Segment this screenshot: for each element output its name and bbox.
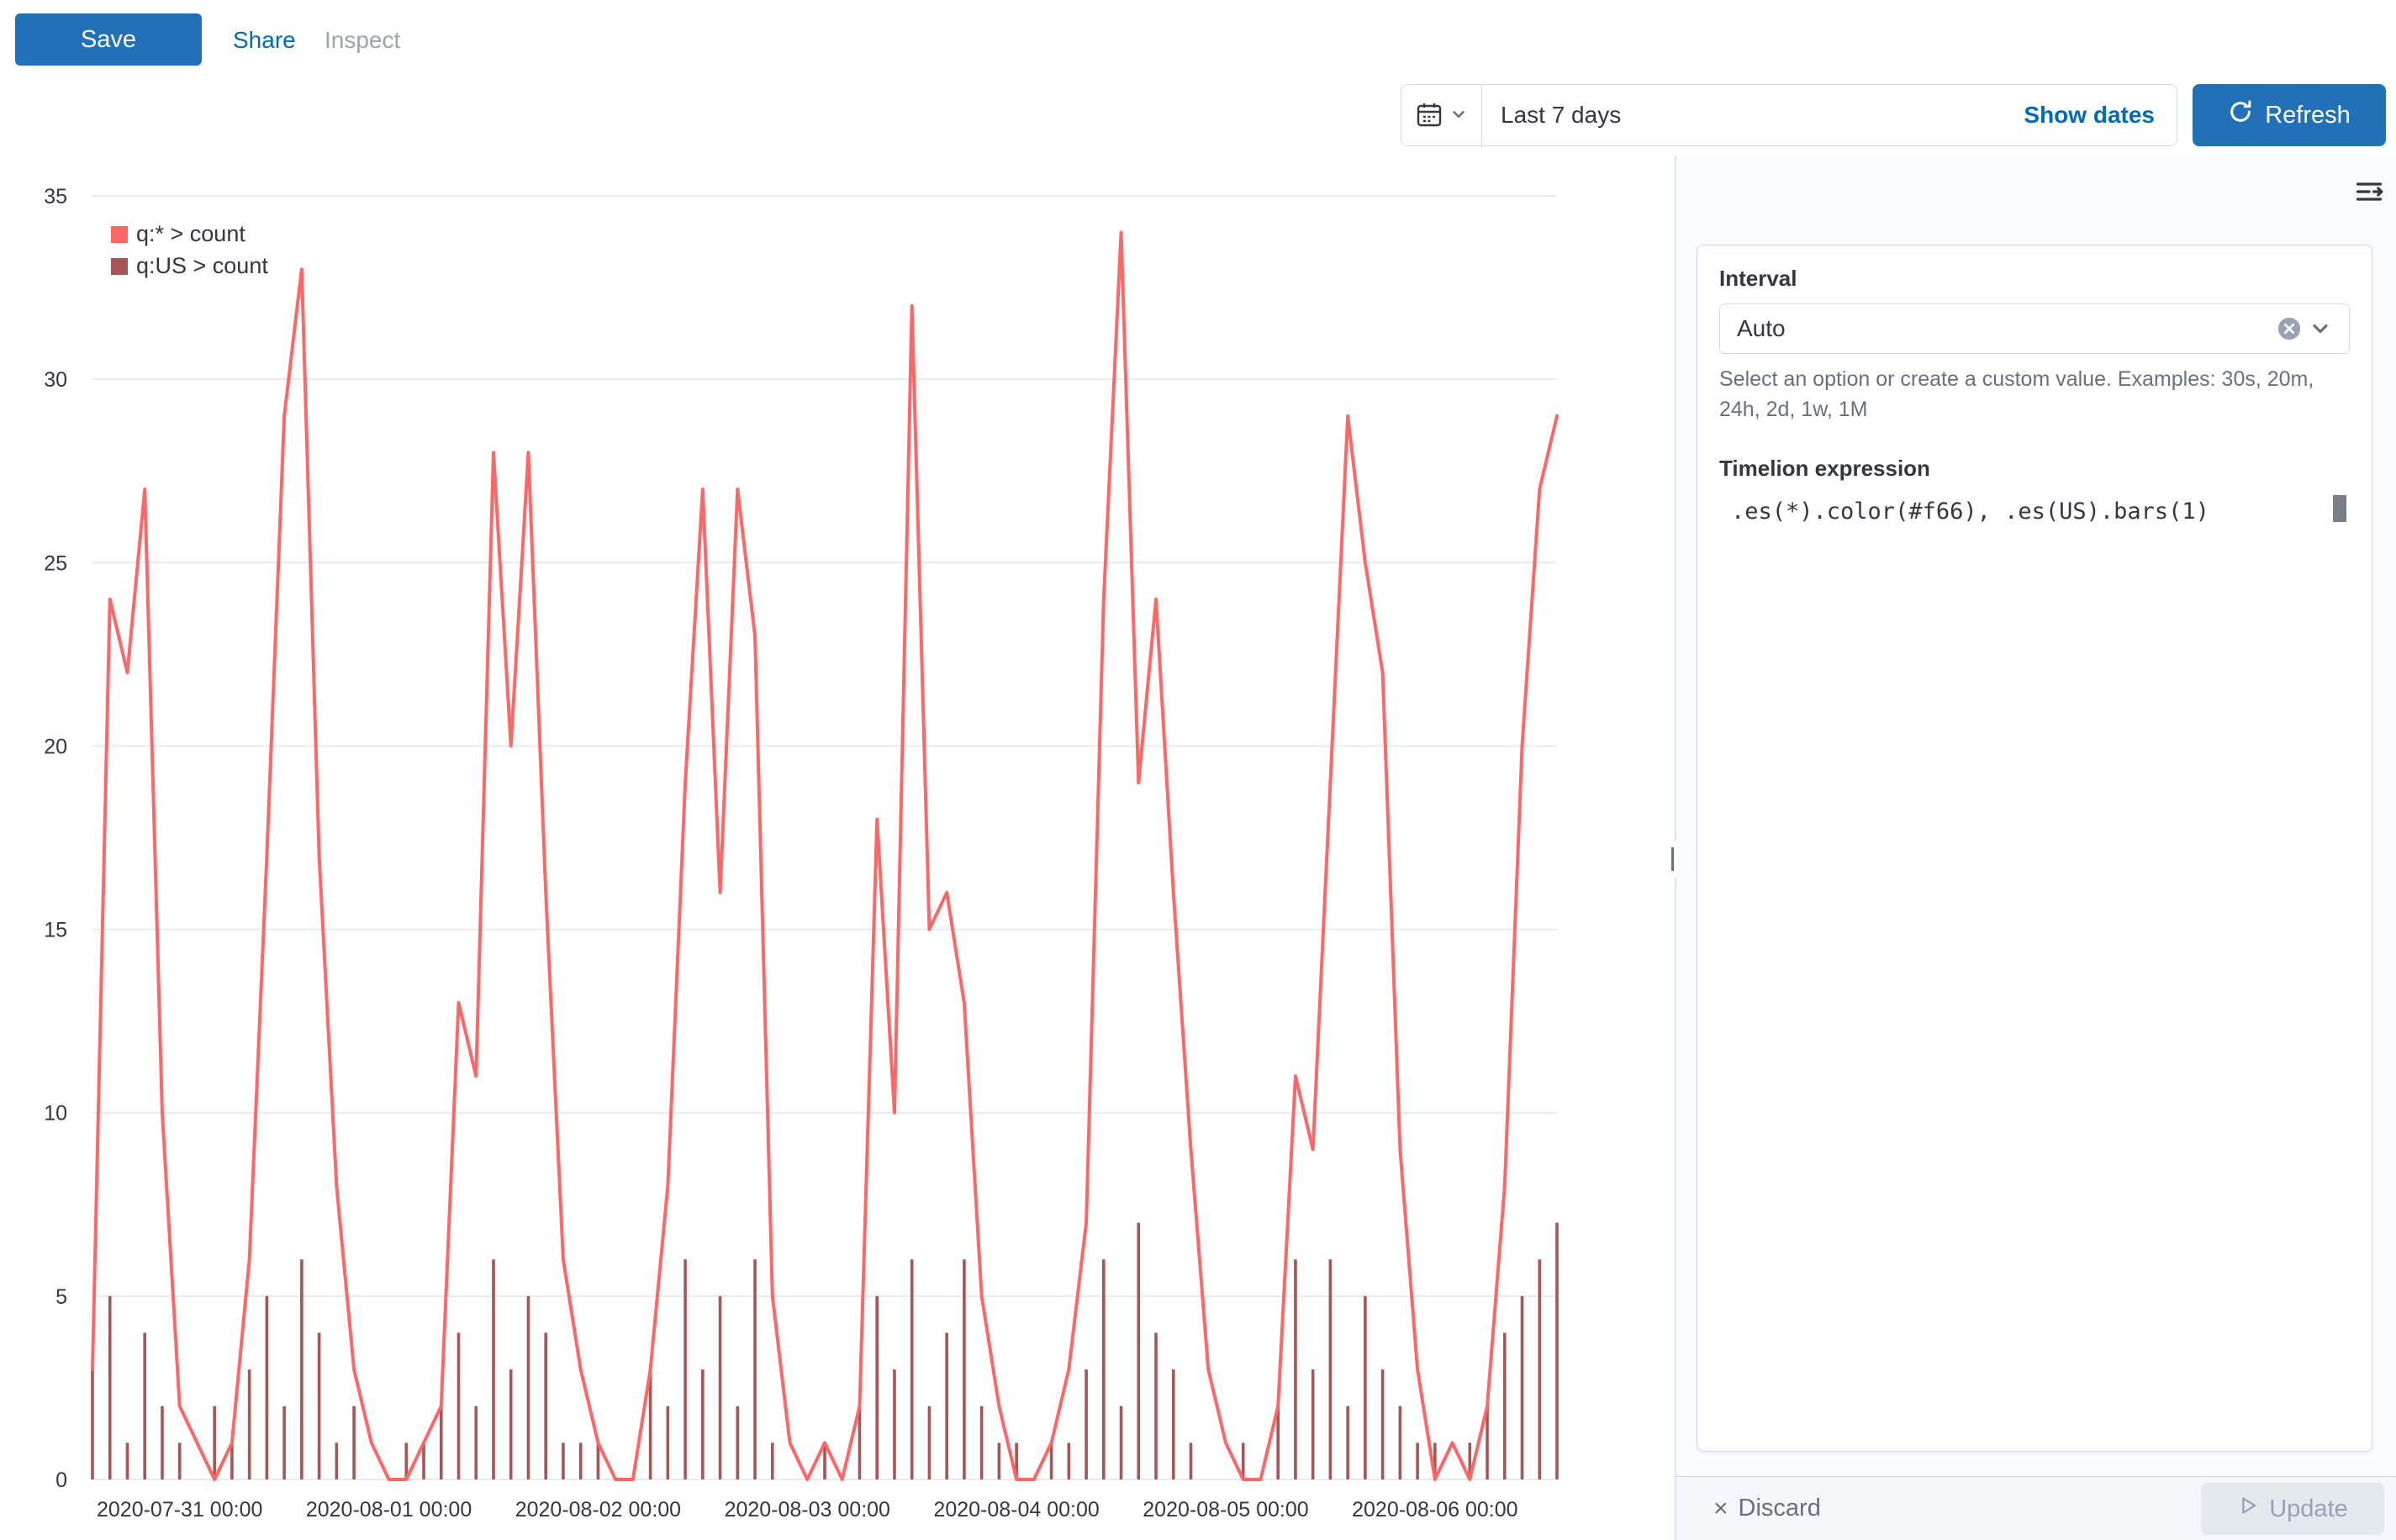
collapse-panel-icon[interactable] [2352,176,2386,209]
share-button[interactable]: Share [233,27,296,54]
refresh-icon [2228,99,2253,131]
play-icon [2237,1495,2259,1523]
legend-label: q:US > count [136,253,268,279]
svg-text:20: 20 [44,735,67,758]
chevron-down-icon [1449,105,1468,126]
svg-text:15: 15 [44,919,67,942]
clear-icon[interactable] [2273,313,2305,345]
expression-label: Timelion expression [1719,456,2350,482]
interval-select[interactable]: Auto [1719,303,2350,354]
svg-text:2020-08-05 00:00: 2020-08-05 00:00 [1143,1498,1308,1522]
timelion-chart-area: 0 5 10 15 20 25 30 35 2020-07-31 00:00 2020-08-01… [0,156,1675,1540]
discard-button[interactable]: × Discard [1713,1495,1821,1522]
svg-text:10: 10 [44,1102,67,1126]
svg-text:2020-08-02 00:00: 2020-08-02 00:00 [515,1498,681,1522]
refresh-button[interactable]: Refresh [2193,84,2386,146]
editor-footer: × Discard Update [1676,1476,2396,1540]
refresh-label: Refresh [2265,102,2351,129]
svg-text:2020-08-01 00:00: 2020-08-01 00:00 [306,1498,472,1522]
show-dates-button[interactable]: Show dates [2024,102,2177,129]
svg-text:30: 30 [44,368,67,392]
save-button[interactable]: Save [15,13,202,66]
timelion-chart[interactable]: 0 5 10 15 20 25 30 35 2020-07-31 00:00 2020-08-01… [0,164,1597,1540]
expression-editor-card: Interval Auto Select an option or create… [1697,245,2372,1452]
svg-text:2020-08-06 00:00: 2020-08-06 00:00 [1352,1498,1517,1522]
timelion-expression-editor[interactable]: .es(*).color(#f66), .es(US).bars(1) [1719,493,2350,1401]
update-label: Update [2269,1495,2348,1523]
timelion-editor-panel: Interval Auto Select an option or create… [1676,156,2396,1476]
date-picker-button[interactable] [1401,85,1482,145]
svg-text:25: 25 [44,551,67,575]
expression-input[interactable]: .es(*).color(#f66), .es(US).bars(1) [1719,493,2350,525]
discard-label: Discard [1739,1495,1821,1522]
date-range-control: Last 7 days Show dates [1401,84,2177,146]
interval-help-text: Select an option or create a custom valu… [1719,364,2350,425]
date-range-value[interactable]: Last 7 days [1482,102,2024,129]
legend-item[interactable]: q:* > count [111,221,268,247]
legend-swatch [111,226,128,243]
svg-text:35: 35 [44,185,67,208]
legend-label: q:* > count [136,221,245,247]
close-icon: × [1713,1496,1728,1522]
legend-swatch [111,258,128,275]
svg-text:2020-08-04 00:00: 2020-08-04 00:00 [933,1498,1099,1522]
svg-text:0: 0 [55,1469,67,1492]
update-button[interactable]: Update [2201,1483,2384,1535]
svg-text:5: 5 [55,1285,67,1309]
svg-text:2020-08-03 00:00: 2020-08-03 00:00 [725,1498,890,1522]
chart-legend: q:* > count q:US > count [111,221,268,285]
interval-label: Interval [1719,266,2350,292]
editor-scrollbar[interactable] [2333,495,2346,522]
legend-item[interactable]: q:US > count [111,253,268,279]
svg-text:2020-07-31 00:00: 2020-07-31 00:00 [97,1498,262,1522]
interval-value: Auto [1737,315,2273,342]
inspect-button[interactable]: Inspect [325,27,400,54]
calendar-icon [1416,101,1443,130]
chevron-down-icon[interactable] [2305,314,2335,344]
